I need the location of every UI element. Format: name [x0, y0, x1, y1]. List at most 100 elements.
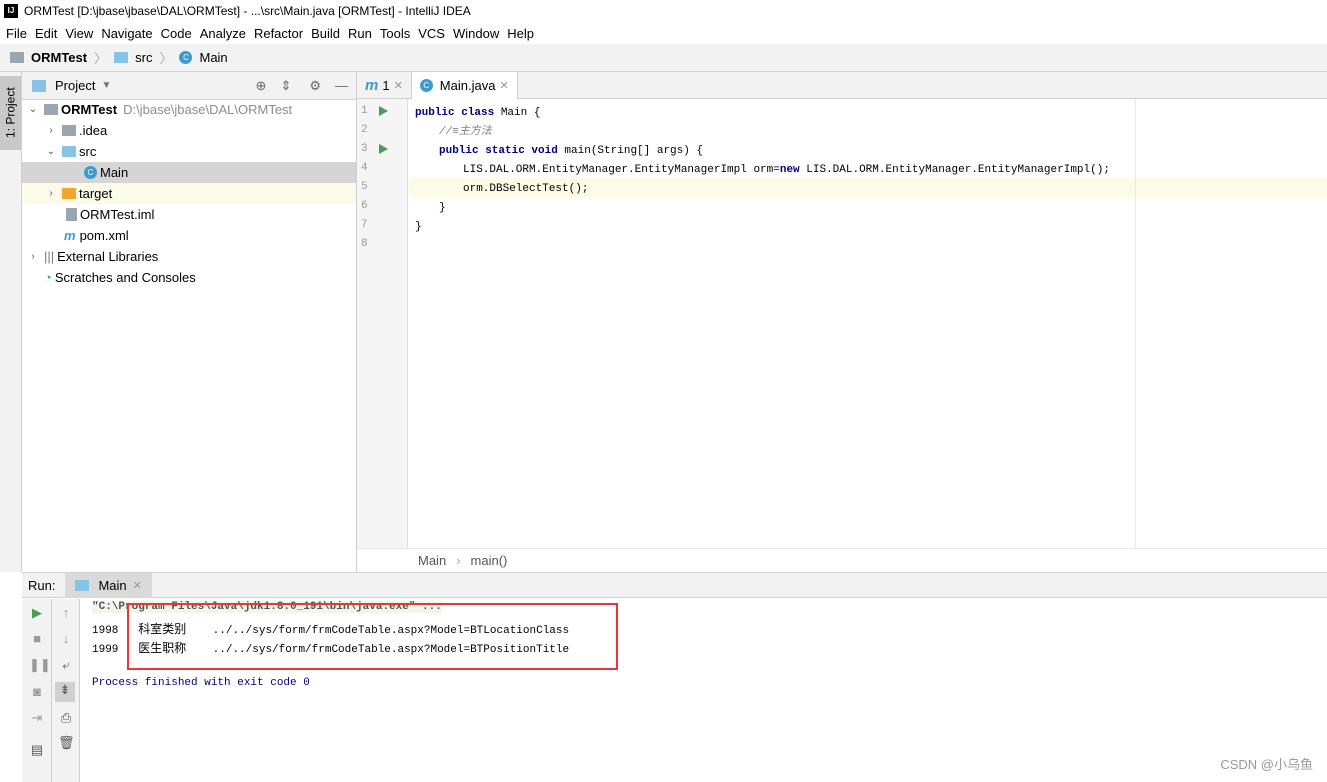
scroll-to-end-icon[interactable]: ⇟	[55, 682, 75, 702]
maven-icon: m	[64, 228, 76, 243]
highlight-annotation-box	[127, 603, 618, 670]
menu-tools[interactable]: Tools	[376, 26, 414, 41]
arrow-down-icon[interactable]: ↓	[58, 631, 74, 647]
folder-icon	[114, 52, 129, 63]
gear-icon[interactable]: ⚙	[309, 78, 321, 94]
menu-bar: File Edit View Navigate Code Analyze Ref…	[0, 22, 1327, 44]
close-icon[interactable]: ✕	[133, 579, 142, 592]
tree-item-main[interactable]: C Main	[22, 162, 356, 183]
run-toolbar: ▶ ■ ❚❚ ◙ ⇥ ▤	[22, 599, 52, 782]
soft-wrap-icon[interactable]: ⤶	[58, 657, 74, 673]
print-icon[interactable]: ⎙	[58, 710, 74, 726]
module-folder-icon	[10, 52, 24, 63]
chevron-down-icon[interactable]: ▼	[101, 80, 111, 91]
chevron-right-icon[interactable]: ›	[44, 125, 58, 136]
crumb-main[interactable]: Main	[199, 50, 227, 65]
title-bar: IJ ORMTest [D:\jbase\jbase\DAL\ORMTest] …	[0, 0, 1327, 22]
locate-icon[interactable]: ⊕	[256, 78, 267, 94]
run-panel-header: Run: Main ✕	[22, 572, 1327, 598]
gutter: 1 2 3 4 5 6 7 8	[357, 99, 408, 548]
tab-main-java[interactable]: C Main.java ✕	[411, 72, 518, 99]
line-number: 3	[361, 143, 368, 155]
camera-icon[interactable]: ◙	[29, 684, 45, 700]
watermark: CSDN @小乌鱼	[1220, 757, 1313, 772]
menu-navigate[interactable]: Navigate	[97, 26, 156, 41]
run-tab-main[interactable]: Main ✕	[65, 572, 152, 598]
trash-icon[interactable]: 🗑	[58, 735, 75, 751]
project-view-icon	[32, 79, 46, 92]
rerun-icon[interactable]: ▶	[29, 605, 45, 621]
editor: m 1 ✕ C Main.java ✕ 1 2 3 4 5 6 7 8 public c…	[357, 72, 1327, 572]
crumb-class-main[interactable]: Main	[418, 553, 446, 568]
tab-maven-1[interactable]: m 1 ✕	[357, 72, 412, 99]
crumb-method-main[interactable]: main()	[471, 553, 508, 568]
stop-icon[interactable]: ■	[29, 631, 45, 647]
intellij-logo-icon: IJ	[4, 4, 18, 18]
project-panel-header: Project ▼ ⊕ ⇕ ⚙ —	[22, 72, 356, 100]
project-view-selector[interactable]: Project	[55, 78, 95, 93]
close-icon[interactable]: ✕	[394, 79, 403, 92]
layout-icon[interactable]: ▤	[29, 742, 45, 758]
run-panel: Run: Main ✕ ▶ ■ ❚❚ ◙ ⇥ ▤ ↑ ↓ ⤶ ⇟ ⎙ 🗑 "C:\…	[22, 572, 1327, 782]
line-number: 6	[361, 200, 368, 212]
source-folder-icon	[62, 146, 76, 157]
hide-icon[interactable]: —	[335, 78, 348, 93]
code-line-1[interactable]: public class Main {	[415, 104, 540, 123]
code-line-4[interactable]: LIS.DAL.ORM.EntityManager.EntityManagerI…	[463, 161, 1110, 180]
arrow-up-icon[interactable]: ↑	[58, 605, 74, 621]
menu-help[interactable]: Help	[503, 26, 538, 41]
editor-breadcrumb: Main › main()	[357, 548, 1327, 572]
excluded-folder-icon	[62, 188, 76, 199]
tree-item-target[interactable]: › target	[22, 183, 356, 204]
code-line-7[interactable]: }	[415, 218, 422, 237]
line-number: 4	[361, 162, 368, 174]
code-line-6[interactable]: }	[439, 199, 446, 218]
tree-item-ormtest[interactable]: ⌄ ORMTest D:\jbase\jbase\DAL\ORMTest	[22, 99, 356, 120]
iml-file-icon	[66, 208, 77, 221]
code-line-2[interactable]: //≡主方法	[439, 123, 492, 142]
console-icon	[75, 579, 90, 591]
chevron-down-icon[interactable]: ⌄	[44, 146, 58, 157]
code-line-5[interactable]: orm.DBSelectTest();	[463, 180, 588, 199]
menu-edit[interactable]: Edit	[31, 26, 61, 41]
menu-window[interactable]: Window	[449, 26, 503, 41]
project-panel: Project ▼ ⊕ ⇕ ⚙ — ⌄ ORMTest D:\jbase\jbase…	[22, 72, 357, 572]
project-tool-tab[interactable]: 1: Project	[0, 76, 21, 150]
tree-item-idea[interactable]: › .idea	[22, 120, 356, 141]
menu-analyze[interactable]: Analyze	[196, 26, 250, 41]
menu-build[interactable]: Build	[307, 26, 344, 41]
module-folder-icon	[44, 104, 58, 115]
menu-refactor[interactable]: Refactor	[250, 26, 307, 41]
tree-item-scratches[interactable]: ◔ Scratches and Consoles	[22, 267, 356, 288]
menu-code[interactable]: Code	[157, 26, 196, 41]
maven-m-icon: m	[365, 77, 379, 94]
folder-icon	[62, 125, 76, 136]
menu-run[interactable]: Run	[344, 26, 376, 41]
tree-item-external-libraries[interactable]: › ||| External Libraries	[22, 246, 356, 267]
tree-item-ormtest-iml[interactable]: ORMTest.iml	[22, 204, 356, 225]
run-label: Run:	[28, 577, 56, 593]
pause-icon[interactable]: ❚❚	[29, 657, 51, 673]
tree-item-pom-xml[interactable]: m pom.xml	[22, 225, 356, 246]
run-main-icon[interactable]	[379, 144, 388, 154]
crumb-ormtest[interactable]: ORMTest	[31, 50, 87, 65]
line-number: 1	[361, 105, 368, 117]
collapse-all-icon[interactable]: ⇕	[280, 78, 291, 94]
java-class-icon: C	[179, 51, 193, 64]
menu-view[interactable]: View	[61, 26, 97, 41]
exit-icon[interactable]: ⇥	[29, 710, 45, 726]
chevron-down-icon[interactable]: ⌄	[26, 104, 40, 115]
java-class-icon: C	[84, 166, 97, 179]
close-icon[interactable]: ✕	[499, 79, 508, 92]
java-class-icon: C	[419, 79, 433, 92]
libraries-icon: |||	[44, 249, 55, 264]
chevron-right-icon[interactable]: ›	[26, 251, 40, 262]
code-line-3[interactable]: public static void main(String[] args) {	[439, 142, 703, 161]
chevron-right-icon[interactable]: ›	[44, 188, 58, 199]
menu-file[interactable]: File	[2, 26, 31, 41]
crumb-src[interactable]: src	[135, 50, 152, 65]
run-class-icon[interactable]	[379, 106, 388, 116]
menu-vcs[interactable]: VCS	[414, 26, 449, 41]
tree-item-src[interactable]: ⌄ src	[22, 141, 356, 162]
console-finish-message: Process finished with exit code 0	[92, 677, 310, 689]
